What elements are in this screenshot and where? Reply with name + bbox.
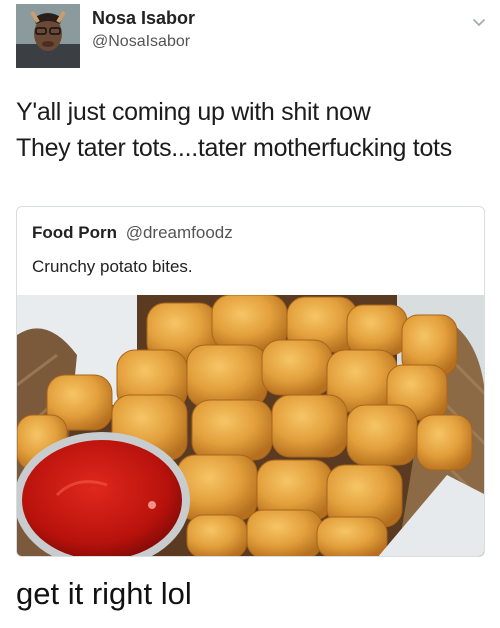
quoted-author-handle[interactable]: @dreamfoodz xyxy=(126,223,233,242)
avatar[interactable] xyxy=(16,4,80,68)
author-handle[interactable]: @NosaIsabor xyxy=(92,33,190,51)
tweet-text-line: Y'all just coming up with shit now xyxy=(16,98,371,126)
tweet-text-line: They tater tots....tater motherfucking t… xyxy=(16,134,452,162)
meme-caption: get it right lol xyxy=(16,576,192,611)
quoted-tweet-text: Crunchy potato bites. xyxy=(32,257,193,276)
chevron-down-icon[interactable] xyxy=(470,14,488,32)
tweet-container: Nosa Isabor @NosaIsabor Y'all just comin… xyxy=(0,0,500,628)
quoted-author-name[interactable]: Food Porn xyxy=(32,223,117,242)
quoted-tweet-header: Food Porn @dreamfoodz xyxy=(32,223,233,243)
tweet-text: Y'all just coming up with shit now They … xyxy=(16,94,486,166)
author-display-name[interactable]: Nosa Isabor xyxy=(92,8,195,29)
quoted-tweet-card[interactable]: Food Porn @dreamfoodz Crunchy potato bit… xyxy=(16,206,485,557)
tater-tots-photo[interactable] xyxy=(17,295,484,556)
